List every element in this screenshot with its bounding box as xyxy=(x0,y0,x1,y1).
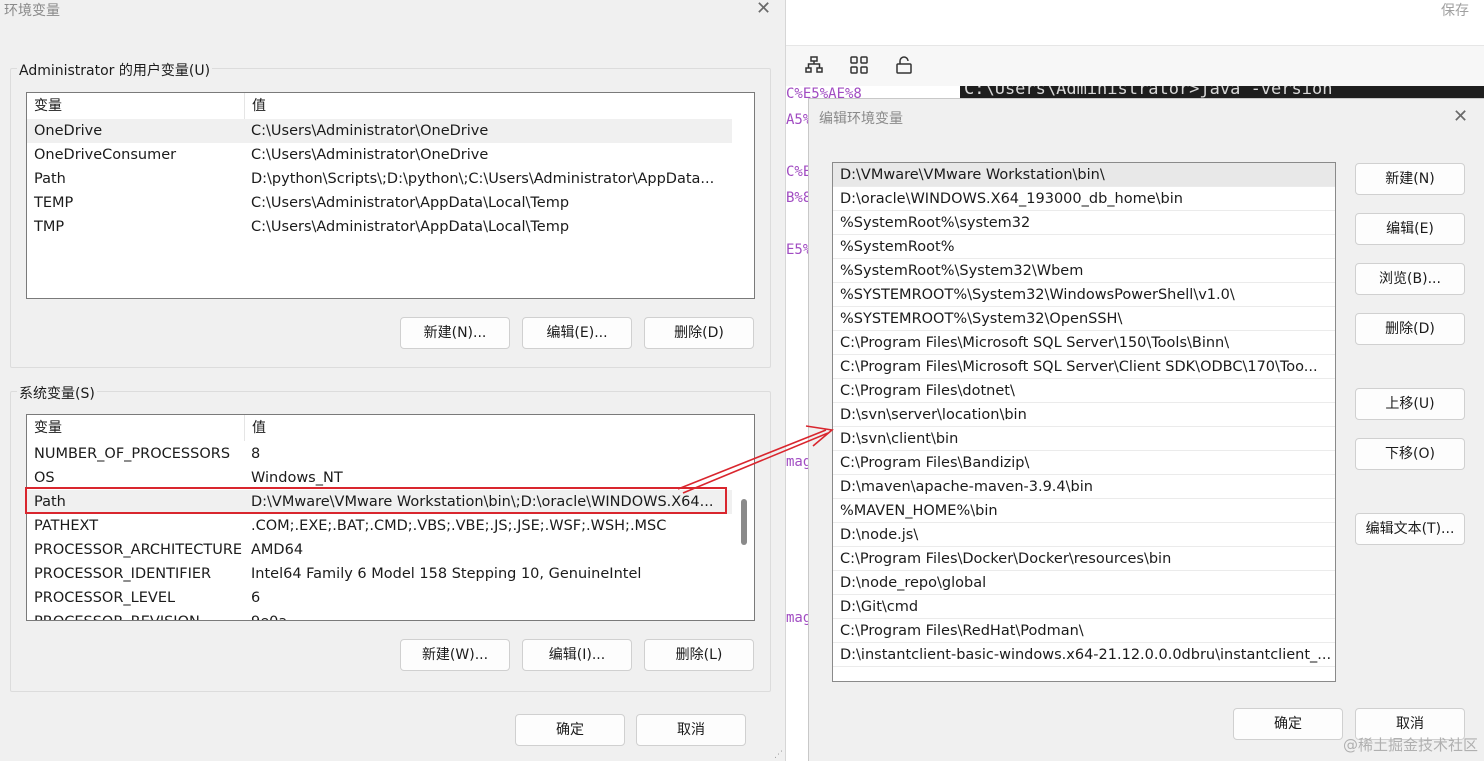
annotation-arrow xyxy=(677,425,834,494)
watermark: @稀土掘金技术社区 xyxy=(1342,736,1478,754)
